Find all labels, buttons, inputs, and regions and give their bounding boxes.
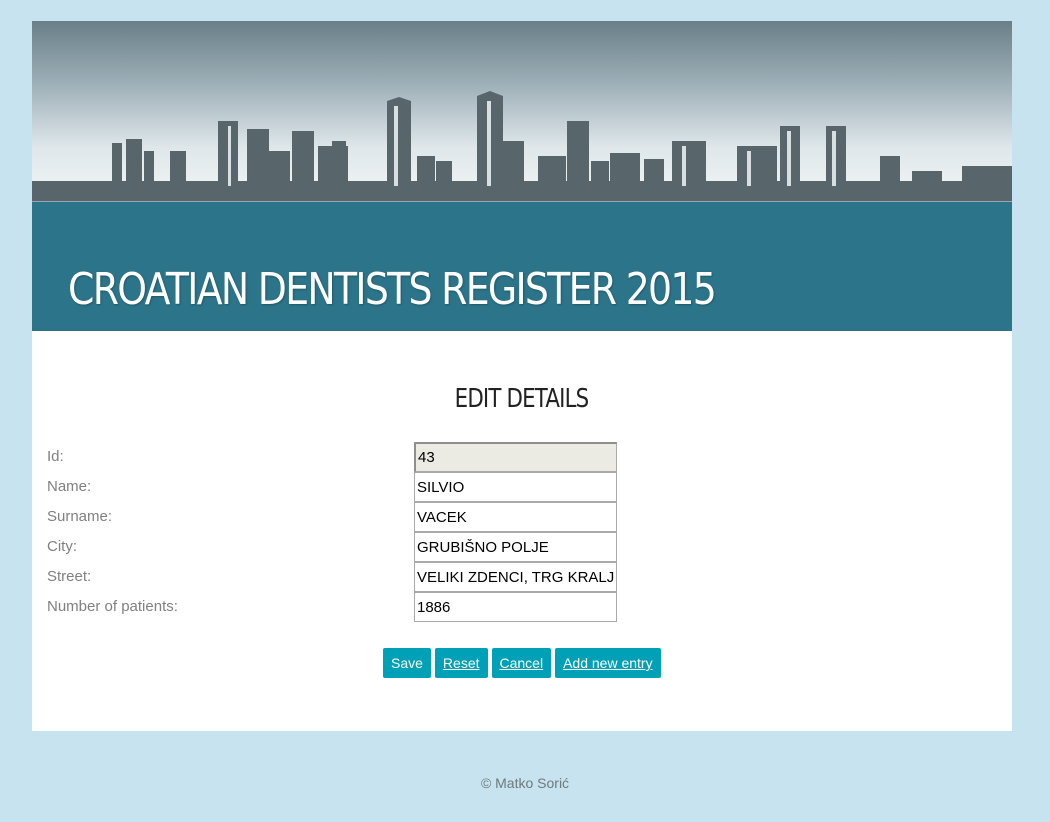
save-button[interactable]: Save xyxy=(383,648,431,678)
id-field[interactable] xyxy=(414,442,617,472)
number-of-patients-field[interactable] xyxy=(414,592,617,622)
page-heading: EDIT DETAILS xyxy=(32,383,1012,415)
city-field[interactable] xyxy=(414,532,617,562)
surname-field[interactable] xyxy=(414,502,617,532)
site-title: CROATIAN DENTISTS REGISTER 2015 xyxy=(68,264,717,315)
page-heading-text: EDIT DETAILS xyxy=(455,384,590,414)
city-label: City: xyxy=(47,538,77,555)
footer-copyright: © Matko Sorić xyxy=(480,775,570,791)
form-row-surname: Surname: xyxy=(47,502,617,532)
street-field[interactable] xyxy=(414,562,617,592)
reset-button[interactable]: Reset xyxy=(434,648,488,678)
form-row-name: Name: xyxy=(47,472,617,502)
cancel-button[interactable]: Cancel xyxy=(491,648,552,678)
form-actions: Save Reset Cancel Add new entry xyxy=(383,648,665,678)
name-label: Name: xyxy=(47,478,92,495)
form-row-city: City: xyxy=(47,532,617,562)
page-container: CROATIAN DENTISTS REGISTER 2015 EDIT DET… xyxy=(32,21,1012,731)
number-of-patients-label: Number of patients: xyxy=(47,598,178,615)
title-banner: CROATIAN DENTISTS REGISTER 2015 xyxy=(32,202,1012,331)
name-field[interactable] xyxy=(414,472,617,502)
skyline-header-image xyxy=(32,21,1012,202)
form-row-street: Street: xyxy=(47,562,617,592)
form-row-number-of-patients: Number of patients: xyxy=(47,592,617,622)
street-label: Street: xyxy=(47,568,92,585)
form-row-id: Id: xyxy=(47,442,617,472)
add-new-entry-button[interactable]: Add new entry xyxy=(555,648,661,678)
id-label: Id: xyxy=(47,448,64,465)
skyline-illustration xyxy=(32,91,1012,202)
surname-label: Surname: xyxy=(47,508,113,525)
